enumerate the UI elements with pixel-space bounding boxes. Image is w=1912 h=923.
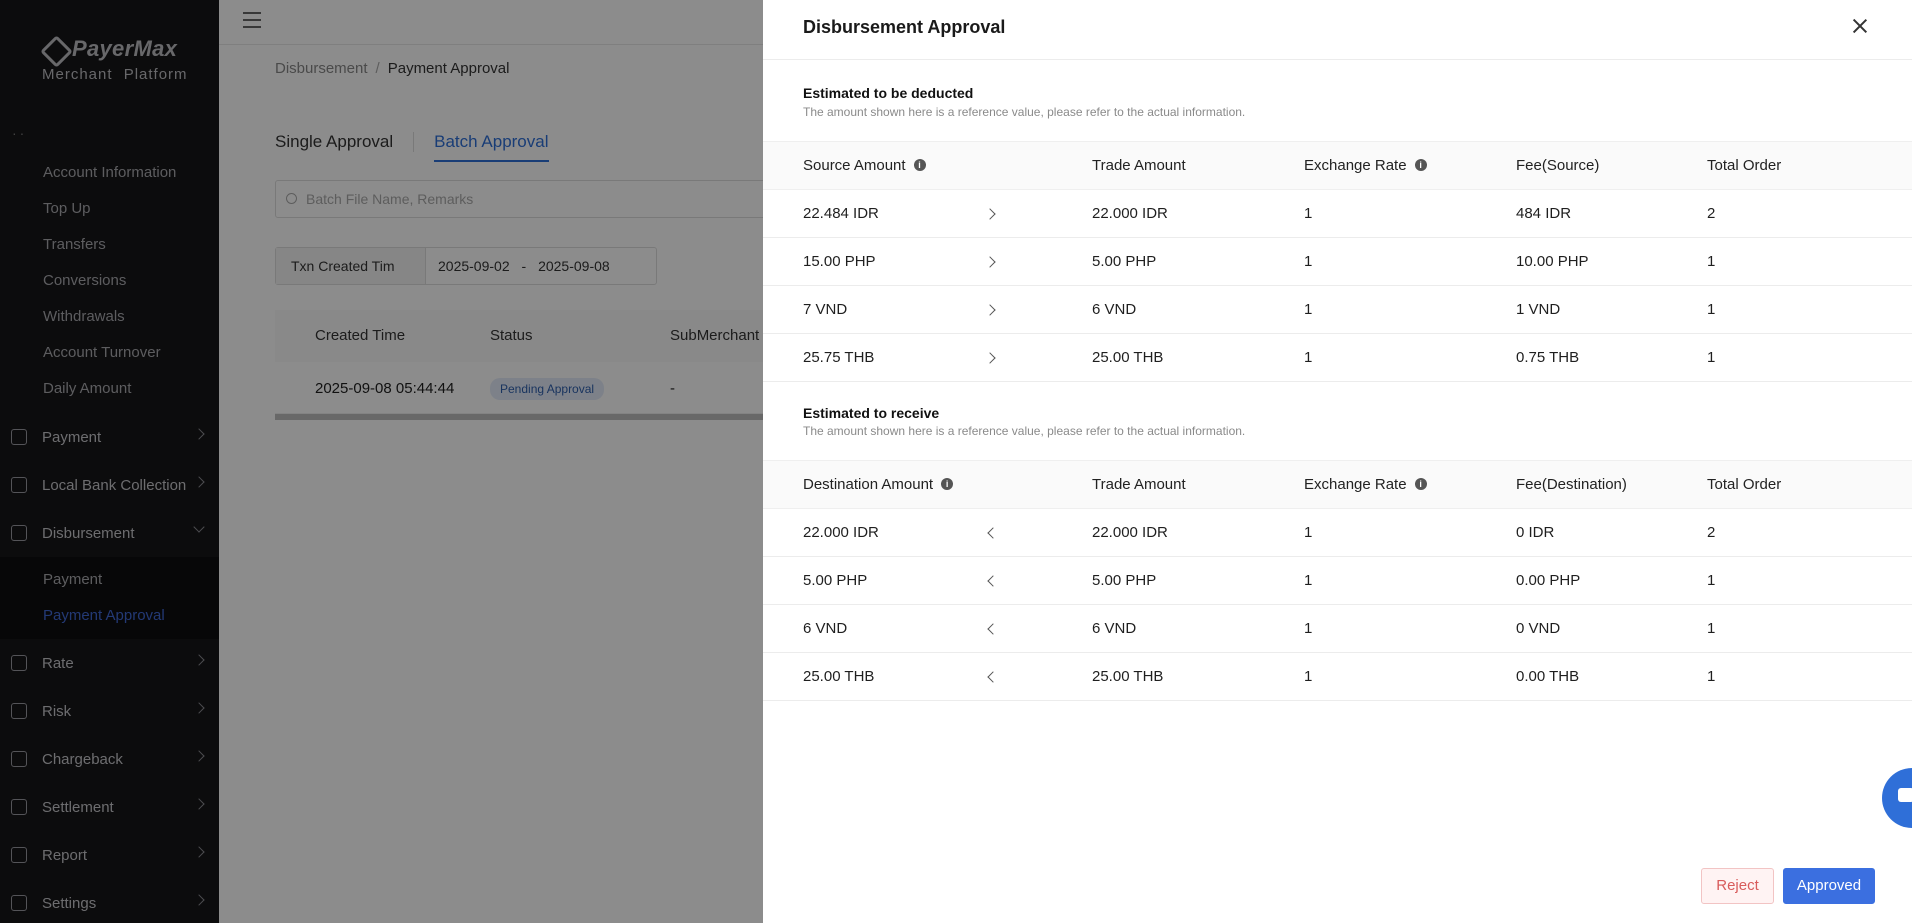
- table-row[interactable]: 15.00 PHP 5.00 PHP 1 10.00 PHP 1: [763, 238, 1912, 286]
- cell-exchange-rate: 1: [1304, 349, 1313, 366]
- info-icon[interactable]: i: [1414, 159, 1427, 172]
- chevron-right-icon[interactable]: [984, 256, 996, 268]
- table-row[interactable]: 25.00 THB 25.00 THB 1 0.00 THB 1: [763, 653, 1912, 701]
- cell-exchange-rate: 1: [1304, 524, 1313, 541]
- chevron-right-icon[interactable]: [984, 352, 996, 364]
- deducted-table-header: Source Amount i Trade Amount Exchange Rat…: [763, 141, 1912, 190]
- header-fee-destination: Fee(Destination): [1516, 476, 1627, 493]
- header-exchange-rate: Exchange Rate i: [1304, 142, 1427, 190]
- cell-trade-amount: 5.00 PHP: [1092, 253, 1157, 270]
- cell-total-order: 1: [1707, 668, 1716, 685]
- cell-fee: 484 IDR: [1516, 205, 1572, 222]
- close-icon[interactable]: [1850, 16, 1870, 36]
- cell-trade-amount: 6 VND: [1092, 620, 1137, 637]
- cell-exchange-rate: 1: [1304, 301, 1313, 318]
- cell-total-order: 2: [1707, 524, 1716, 541]
- receive-section-title: Estimated to receive: [803, 405, 940, 421]
- header-total-order: Total Order: [1707, 157, 1782, 174]
- table-row[interactable]: 22.000 IDR 22.000 IDR 1 0 IDR 2: [763, 509, 1912, 557]
- cell-fee: 1 VND: [1516, 301, 1561, 318]
- cell-destination-amount: 25.00 THB: [803, 668, 875, 685]
- info-icon[interactable]: i: [1414, 478, 1427, 491]
- cell-total-order: 2: [1707, 205, 1716, 222]
- cell-fee: 10.00 PHP: [1516, 253, 1589, 270]
- header-exchange-rate: Exchange Rate i: [1304, 461, 1427, 509]
- cell-trade-amount: 25.00 THB: [1092, 349, 1164, 366]
- cell-exchange-rate: 1: [1304, 253, 1313, 270]
- receive-section-note: The amount shown here is a reference val…: [803, 424, 1246, 438]
- deducted-section-note: The amount shown here is a reference val…: [803, 105, 1246, 119]
- header-destination-amount-label: Destination Amount: [803, 476, 934, 493]
- drawer-header: Disbursement Approval: [763, 0, 1912, 60]
- header-exchange-rate-label: Exchange Rate: [1304, 157, 1407, 174]
- modal-overlay[interactable]: [0, 0, 763, 923]
- header-total-order: Total Order: [1707, 476, 1782, 493]
- reject-button[interactable]: Reject: [1701, 868, 1774, 904]
- cell-exchange-rate: 1: [1304, 668, 1313, 685]
- cell-source-amount: 22.484 IDR: [803, 205, 879, 222]
- cell-total-order: 1: [1707, 572, 1716, 589]
- chevron-left-icon[interactable]: [987, 623, 999, 635]
- cell-trade-amount: 22.000 IDR: [1092, 205, 1168, 222]
- cell-total-order: 1: [1707, 620, 1716, 637]
- deducted-section-title: Estimated to be deducted: [803, 85, 974, 101]
- table-row[interactable]: 7 VND 6 VND 1 1 VND 1: [763, 286, 1912, 334]
- cell-exchange-rate: 1: [1304, 620, 1313, 637]
- header-trade-amount: Trade Amount: [1092, 476, 1186, 493]
- cell-trade-amount: 6 VND: [1092, 301, 1137, 318]
- cell-exchange-rate: 1: [1304, 205, 1313, 222]
- approve-button[interactable]: Approved: [1783, 868, 1875, 904]
- cell-destination-amount: 6 VND: [803, 620, 848, 637]
- cell-trade-amount: 22.000 IDR: [1092, 524, 1168, 541]
- drawer-title: Disbursement Approval: [803, 17, 1006, 37]
- cell-exchange-rate: 1: [1304, 572, 1313, 589]
- receive-table-header: Destination Amount i Trade Amount Exchang…: [763, 460, 1912, 509]
- cell-trade-amount: 25.00 THB: [1092, 668, 1164, 685]
- header-trade-amount: Trade Amount: [1092, 157, 1186, 174]
- chevron-left-icon[interactable]: [987, 527, 999, 539]
- cell-fee: 0 VND: [1516, 620, 1561, 637]
- header-destination-amount: Destination Amount i: [803, 461, 954, 509]
- cell-source-amount: 7 VND: [803, 301, 848, 318]
- header-source-amount: Source Amount i: [803, 142, 926, 190]
- info-icon[interactable]: i: [913, 159, 926, 172]
- table-row[interactable]: 25.75 THB 25.00 THB 1 0.75 THB 1: [763, 334, 1912, 382]
- cell-total-order: 1: [1707, 301, 1716, 318]
- chevron-right-icon[interactable]: [984, 208, 996, 220]
- cell-source-amount: 25.75 THB: [803, 349, 875, 366]
- table-row[interactable]: 22.484 IDR 22.000 IDR 1 484 IDR 2: [763, 190, 1912, 238]
- table-row[interactable]: 5.00 PHP 5.00 PHP 1 0.00 PHP 1: [763, 557, 1912, 605]
- cell-total-order: 1: [1707, 349, 1716, 366]
- cell-fee: 0.00 THB: [1516, 668, 1580, 685]
- cell-fee: 0.00 PHP: [1516, 572, 1581, 589]
- chevron-left-icon[interactable]: [987, 671, 999, 683]
- header-exchange-rate-label: Exchange Rate: [1304, 476, 1407, 493]
- table-row[interactable]: 6 VND 6 VND 1 0 VND 1: [763, 605, 1912, 653]
- cell-fee: 0 IDR: [1516, 524, 1555, 541]
- header-fee-source: Fee(Source): [1516, 157, 1600, 174]
- cell-fee: 0.75 THB: [1516, 349, 1580, 366]
- chevron-right-icon[interactable]: [984, 304, 996, 316]
- header-source-amount-label: Source Amount: [803, 157, 906, 174]
- chevron-left-icon[interactable]: [987, 575, 999, 587]
- cell-total-order: 1: [1707, 253, 1716, 270]
- chat-bubble-icon: [1898, 788, 1912, 802]
- cell-destination-amount: 5.00 PHP: [803, 572, 868, 589]
- info-icon[interactable]: i: [941, 478, 954, 491]
- approval-drawer: Disbursement Approval Estimated to be de…: [763, 0, 1912, 923]
- cell-destination-amount: 22.000 IDR: [803, 524, 879, 541]
- cell-trade-amount: 5.00 PHP: [1092, 572, 1157, 589]
- cell-source-amount: 15.00 PHP: [803, 253, 876, 270]
